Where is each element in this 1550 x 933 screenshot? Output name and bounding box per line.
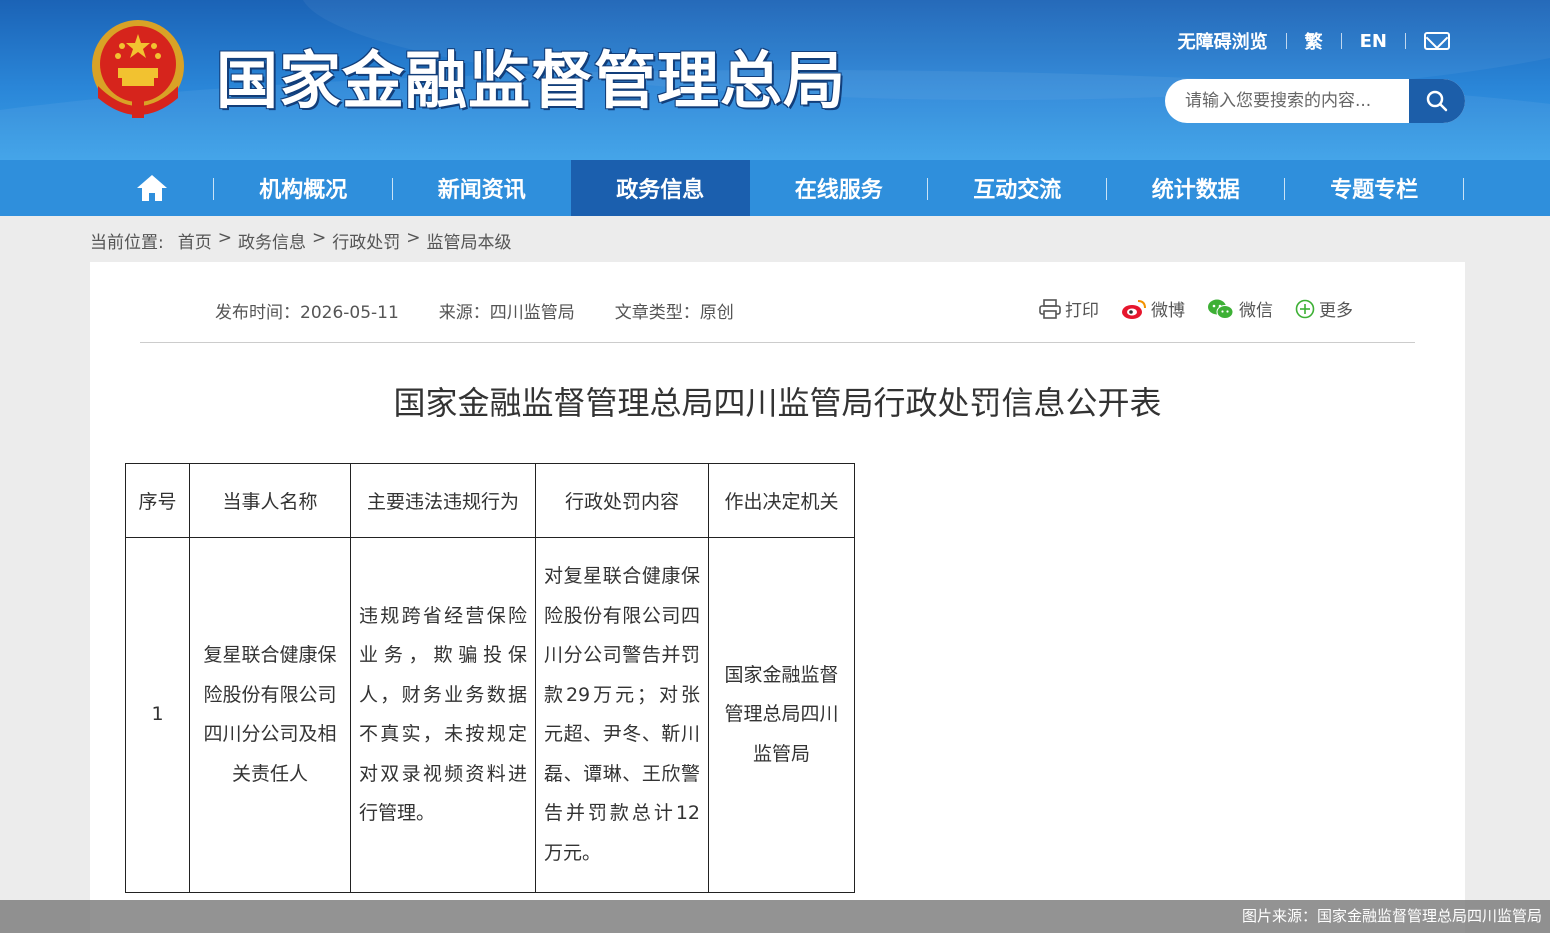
breadcrumb-separator: > — [406, 228, 421, 248]
accessible-browse-link[interactable]: 无障碍浏览 — [1178, 28, 1268, 54]
more-label: 更多 — [1319, 301, 1353, 321]
column-header: 作出决定机关 — [708, 463, 855, 538]
breadcrumb-item-home[interactable]: 首页 — [178, 228, 212, 253]
breadcrumb-label: 当前位置: — [90, 233, 164, 253]
article-source: 来源：四川监管局 — [438, 303, 575, 323]
breadcrumb-item-penalty[interactable]: 行政处罚 — [332, 228, 400, 253]
nav-home[interactable] — [90, 160, 214, 216]
nav-item-statistics[interactable]: 统计数据 — [1107, 160, 1286, 216]
nav-item-about[interactable]: 机构概况 — [214, 160, 393, 216]
wechat-icon — [1207, 298, 1235, 320]
nav-item-interaction[interactable]: 互动交流 — [928, 160, 1107, 216]
national-emblem-icon — [92, 20, 184, 118]
table-row: 1 复星联合健康保险股份有限公司四川分公司及相关责任人 违规跨省经营保险业务，欺… — [125, 537, 855, 893]
more-share-button[interactable]: 更多 — [1295, 296, 1353, 321]
row-number-cell: 1 — [125, 537, 190, 893]
breadcrumb-separator: > — [217, 228, 232, 248]
article-card: 发布时间：2026-05-11 来源：四川监管局 文章类型：原创 打印 微博 微… — [90, 262, 1465, 933]
search-button[interactable] — [1409, 79, 1465, 123]
traditional-chinese-link[interactable]: 繁 — [1305, 28, 1323, 54]
printer-icon — [1039, 298, 1061, 319]
party-name-cell: 复星联合健康保险股份有限公司四川分公司及相关责任人 — [189, 537, 351, 893]
authority-cell: 国家金融监督管理总局四川监管局 — [708, 537, 855, 893]
site-title: 国家金融监督管理总局 — [216, 44, 847, 117]
article-meta: 发布时间：2026-05-11 来源：四川监管局 文章类型：原创 — [215, 298, 774, 323]
weibo-label: 微博 — [1151, 301, 1185, 321]
table-header-row: 序号 当事人名称 主要违法违规行为 行政处罚内容 作出决定机关 — [125, 463, 855, 538]
column-header: 序号 — [125, 463, 190, 538]
wechat-share-button[interactable]: 微信 — [1207, 296, 1273, 321]
column-header: 主要违法违规行为 — [350, 463, 536, 538]
print-label: 打印 — [1065, 301, 1099, 321]
divider — [1405, 33, 1406, 49]
penalty-table: 序号 当事人名称 主要违法违规行为 行政处罚内容 作出决定机关 1 复星联合健康… — [125, 463, 855, 893]
breadcrumb-item-bureau[interactable]: 监管局本级 — [426, 228, 511, 253]
home-icon — [137, 175, 167, 201]
share-bar: 打印 微博 微信 更多 — [1017, 296, 1353, 321]
search-input[interactable] — [1165, 79, 1409, 123]
site-header: 国家金融监督管理总局 无障碍浏览 繁 EN — [0, 0, 1550, 160]
violation-cell: 违规跨省经营保险业务，欺骗投保人，财务业务数据不真实，未按规定对双录视频资料进行… — [350, 537, 536, 893]
nav-item-government-info[interactable]: 政务信息 — [571, 160, 750, 216]
column-header: 当事人名称 — [189, 463, 351, 538]
weibo-icon — [1121, 298, 1147, 320]
image-credit: 图片来源：国家金融监督管理总局四川监管局 — [0, 900, 1550, 933]
search-icon — [1426, 90, 1448, 112]
nav-item-topics[interactable]: 专题专栏 — [1285, 160, 1464, 216]
publish-time: 发布时间：2026-05-11 — [215, 303, 399, 323]
weibo-share-button[interactable]: 微博 — [1121, 296, 1185, 321]
breadcrumb-separator: > — [311, 228, 327, 248]
column-header: 行政处罚内容 — [535, 463, 709, 538]
wechat-label: 微信 — [1239, 301, 1273, 321]
breadcrumb: 当前位置: 首页 > 政务信息 > 行政处罚 > 监管局本级 — [90, 228, 517, 253]
meta-divider — [140, 342, 1415, 343]
plus-circle-icon — [1295, 299, 1315, 319]
article-type: 文章类型：原创 — [614, 303, 734, 323]
main-nav: 机构概况 新闻资讯 政务信息 在线服务 互动交流 统计数据 专题专栏 — [0, 160, 1550, 216]
divider — [1340, 33, 1342, 49]
search-box — [1165, 79, 1465, 123]
penalty-content-cell: 对复星联合健康保险股份有限公司四川分公司警告并罚款29万元；对张元超、尹冬、靳川… — [535, 537, 709, 893]
print-button[interactable]: 打印 — [1039, 296, 1099, 321]
article-title: 国家金融监督管理总局四川监管局行政处罚信息公开表 — [393, 384, 1162, 422]
nav-item-news[interactable]: 新闻资讯 — [393, 160, 572, 216]
mail-icon[interactable] — [1424, 32, 1450, 50]
divider — [1285, 33, 1287, 49]
breadcrumb-item-government-info[interactable]: 政务信息 — [238, 228, 306, 253]
nav-item-online-service[interactable]: 在线服务 — [750, 160, 929, 216]
english-link[interactable]: EN — [1360, 31, 1387, 52]
top-links: 无障碍浏览 繁 EN — [1178, 28, 1450, 54]
